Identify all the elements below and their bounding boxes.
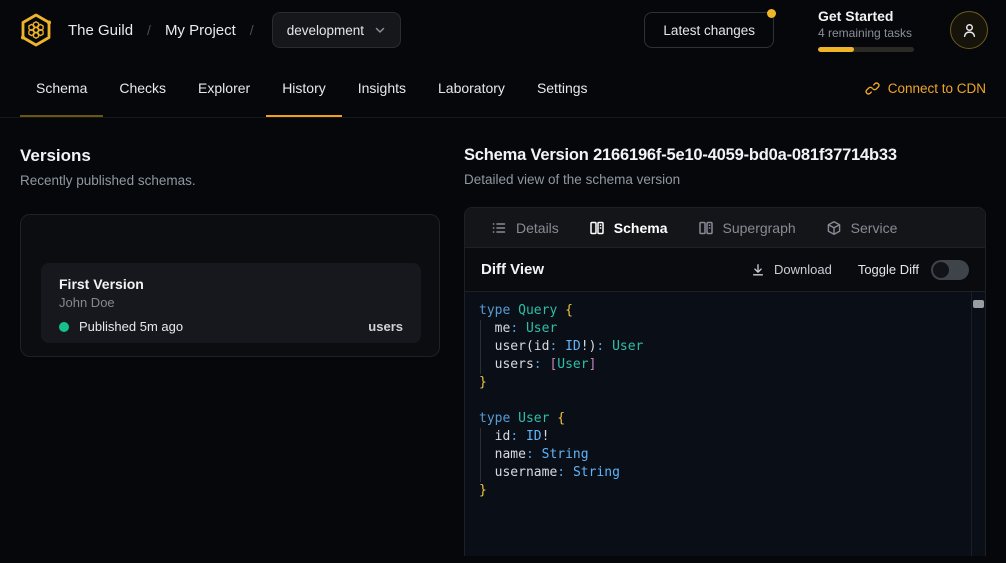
versions-title: Versions [20, 146, 440, 166]
versions-panel: Versions Recently published schemas. Fir… [0, 118, 464, 562]
columns-icon [698, 220, 714, 236]
download-icon [751, 263, 765, 277]
get-started-progress-fill [818, 47, 854, 52]
tab-details[interactable]: Details [479, 208, 571, 247]
guild-logo-icon[interactable] [18, 12, 54, 48]
detail-tabbar: Details Schema Supergr [465, 208, 985, 248]
version-service-badge: users [368, 319, 403, 334]
target-selector-value: development [287, 23, 364, 38]
breadcrumb-project[interactable]: My Project [165, 22, 236, 39]
tab-supergraph[interactable]: Supergraph [686, 208, 808, 247]
main-nav: Schema Checks Explorer History Insights … [0, 60, 1006, 118]
download-label: Download [774, 262, 832, 277]
version-detail-subtitle: Detailed view of the schema version [464, 172, 986, 187]
diff-view-header: Diff View Download Toggle Diff [465, 248, 985, 292]
latest-changes-label: Latest changes [663, 23, 755, 38]
tab-service-label: Service [851, 220, 898, 236]
tab-details-label: Details [516, 220, 559, 236]
get-started-widget[interactable]: Get Started 4 remaining tasks [818, 8, 920, 52]
connect-to-cdn-link[interactable]: Connect to CDN [865, 60, 986, 117]
indent-guide [480, 428, 481, 482]
tab-laboratory[interactable]: Laboratory [422, 60, 521, 117]
version-list-item[interactable]: First Version John Doe Published 5m ago … [41, 263, 421, 343]
toggle-knob [933, 262, 949, 278]
tab-insights[interactable]: Insights [342, 60, 422, 117]
schema-code-area: type Query { me: User user(id: ID!): Use… [465, 292, 985, 556]
scrollbar-thumb[interactable] [973, 300, 984, 308]
download-button[interactable]: Download [751, 262, 832, 277]
connect-to-cdn-label: Connect to CDN [888, 81, 986, 96]
tab-schema[interactable]: Schema [20, 60, 103, 117]
cube-icon [826, 220, 842, 236]
tab-checks[interactable]: Checks [103, 60, 182, 117]
list-icon [491, 220, 507, 236]
tab-schema-detail-label: Schema [614, 220, 668, 236]
get-started-progressbar [818, 47, 914, 52]
version-detail-panel: Schema Version 2166196f-5e10-4059-bd0a-0… [464, 118, 1006, 562]
chevron-down-icon [374, 24, 386, 36]
code-scrollbar[interactable] [971, 292, 985, 556]
get-started-subtitle: 4 remaining tasks [818, 26, 920, 40]
diff-view-title: Diff View [481, 261, 544, 278]
target-selector[interactable]: development [272, 12, 401, 48]
user-avatar[interactable] [950, 11, 988, 49]
top-header: The Guild / My Project / development Lat… [0, 0, 1006, 60]
latest-changes-button[interactable]: Latest changes [644, 12, 774, 48]
columns-icon [589, 220, 605, 236]
tab-settings[interactable]: Settings [521, 60, 604, 117]
code-block: type Query { me: User user(id: ID!): Use… [465, 292, 985, 510]
person-icon [961, 22, 978, 39]
breadcrumb-org[interactable]: The Guild [68, 22, 133, 39]
version-list-card[interactable]: First Version John Doe Published 5m ago … [20, 214, 440, 357]
toggle-diff-switch[interactable] [931, 260, 969, 280]
notification-dot [767, 9, 776, 18]
published-status-dot [59, 322, 69, 332]
version-status: Published 5m ago [79, 319, 183, 334]
versions-subtitle: Recently published schemas. [20, 173, 440, 188]
version-author: John Doe [59, 295, 403, 310]
get-started-title: Get Started [818, 8, 920, 24]
breadcrumb-separator: / [250, 22, 254, 38]
link-icon [865, 81, 880, 96]
indent-guide [480, 320, 481, 374]
version-title: First Version [59, 276, 403, 292]
tab-schema-detail[interactable]: Schema [577, 208, 680, 247]
tab-history[interactable]: History [266, 60, 342, 117]
breadcrumb-separator: / [147, 22, 151, 38]
tab-explorer[interactable]: Explorer [182, 60, 266, 117]
tab-service[interactable]: Service [814, 208, 910, 247]
toggle-diff-label: Toggle Diff [858, 262, 919, 277]
version-detail-title: Schema Version 2166196f-5e10-4059-bd0a-0… [464, 146, 986, 165]
tab-supergraph-label: Supergraph [723, 220, 796, 236]
